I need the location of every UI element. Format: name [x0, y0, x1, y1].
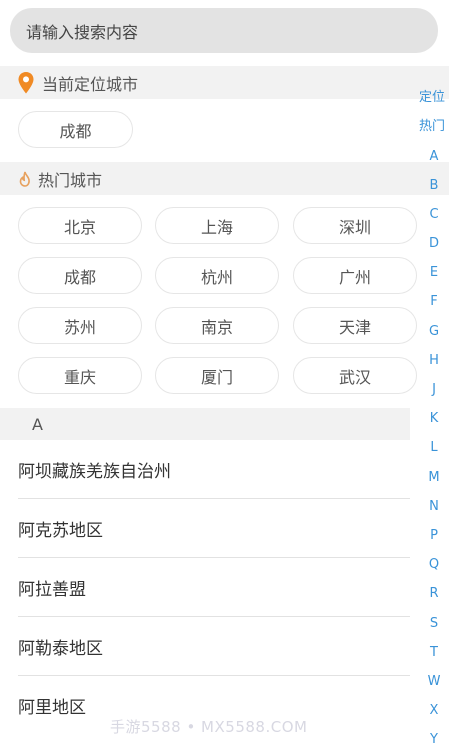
index-item-s[interactable]: S — [419, 614, 449, 634]
index-item-a[interactable]: A — [419, 147, 449, 167]
location-pin-icon — [16, 71, 36, 95]
hot-city-shanghai[interactable]: 上海 — [155, 207, 279, 244]
index-item-e[interactable]: E — [419, 263, 449, 283]
location-section-title: 当前定位城市 — [42, 74, 139, 94]
list-item[interactable]: 阿勒泰地区 — [0, 617, 410, 676]
index-item-l[interactable]: L — [419, 438, 449, 458]
hot-city-shenzhen[interactable]: 深圳 — [293, 207, 417, 244]
index-item-f[interactable]: F — [419, 292, 449, 312]
search-placeholder: 请输入搜索内容 — [26, 22, 139, 42]
index-item-p[interactable]: P — [419, 526, 449, 546]
current-city-button[interactable]: 成都 — [18, 111, 133, 148]
location-section-header: 当前定位城市 — [0, 66, 449, 99]
watermark: 手游5588 • MX5588.COM — [110, 718, 308, 736]
index-item-location[interactable]: 定位 — [419, 88, 449, 108]
index-item-d[interactable]: D — [419, 234, 449, 254]
index-item-n[interactable]: N — [419, 497, 449, 517]
index-item-q[interactable]: Q — [419, 555, 449, 575]
index-item-k[interactable]: K — [419, 409, 449, 429]
hot-city-chongqing[interactable]: 重庆 — [18, 357, 142, 394]
hot-city-suzhou[interactable]: 苏州 — [18, 307, 142, 344]
hot-section-title: 热门城市 — [38, 170, 103, 190]
index-item-y[interactable]: Y — [419, 730, 449, 749]
flame-icon — [17, 170, 33, 188]
index-item-c[interactable]: C — [419, 205, 449, 225]
index-item-w[interactable]: W — [419, 672, 449, 692]
hot-city-nanjing[interactable]: 南京 — [155, 307, 279, 344]
hot-city-xiamen[interactable]: 厦门 — [155, 357, 279, 394]
hot-city-guangzhou[interactable]: 广州 — [293, 257, 417, 294]
hot-city-beijing[interactable]: 北京 — [18, 207, 142, 244]
index-item-hot[interactable]: 热门 — [419, 117, 449, 137]
hot-city-chengdu[interactable]: 成都 — [18, 257, 142, 294]
search-area: 请输入搜索内容 — [0, 0, 449, 62]
list-item[interactable]: 阿拉善盟 — [0, 558, 410, 617]
index-item-b[interactable]: B — [419, 176, 449, 196]
index-item-t[interactable]: T — [419, 643, 449, 663]
hot-section-header: 热门城市 — [0, 162, 449, 195]
index-item-m[interactable]: M — [419, 468, 449, 488]
list-item[interactable]: 阿坝藏族羌族自治州 — [0, 440, 410, 499]
index-item-g[interactable]: G — [419, 322, 449, 342]
hot-city-hangzhou[interactable]: 杭州 — [155, 257, 279, 294]
index-item-j[interactable]: J — [419, 380, 449, 400]
search-input[interactable]: 请输入搜索内容 — [10, 8, 438, 53]
hot-city-tianjin[interactable]: 天津 — [293, 307, 417, 344]
index-item-h[interactable]: H — [419, 351, 449, 371]
letter-group-header: A — [0, 408, 410, 440]
index-item-r[interactable]: R — [419, 584, 449, 604]
list-item[interactable]: 阿克苏地区 — [0, 499, 410, 558]
index-item-x[interactable]: X — [419, 701, 449, 721]
hot-city-wuhan[interactable]: 武汉 — [293, 357, 417, 394]
